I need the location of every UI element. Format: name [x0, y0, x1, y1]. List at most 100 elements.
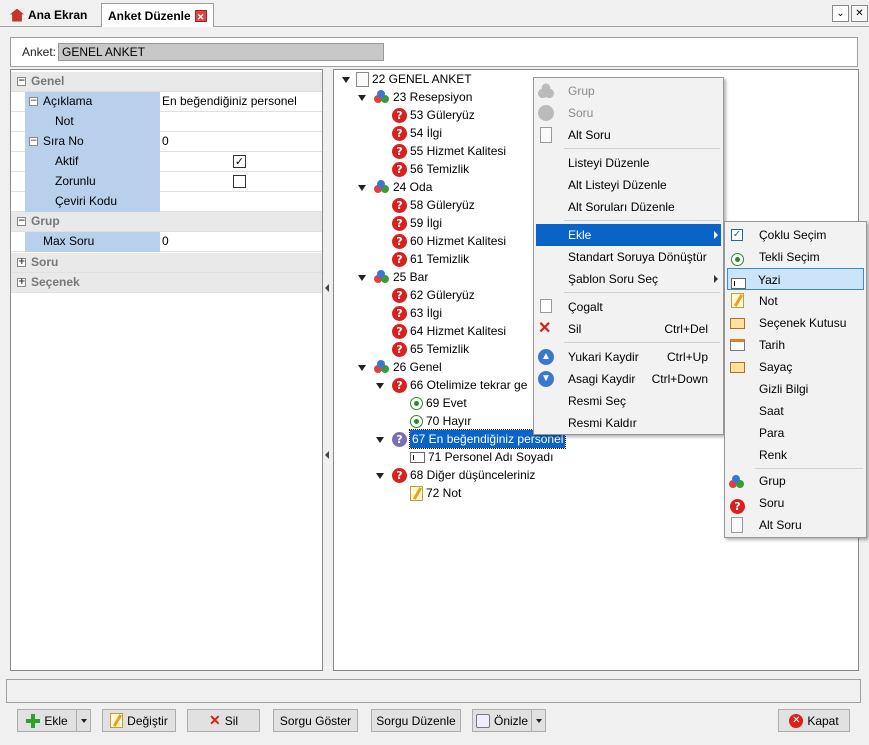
expand-arrow-icon[interactable] — [376, 383, 384, 389]
collapse-icon[interactable]: − — [29, 97, 38, 106]
sorgu-goster-button[interactable]: Sorgu Göster — [273, 709, 358, 732]
submenu-item-grup[interactable]: Grup — [727, 470, 864, 492]
menu-item-sil[interactable]: ✕ Sil Ctrl+Del — [536, 318, 721, 340]
tree-node-question[interactable]: ? 68 Diğer düşünceleriniz — [392, 466, 535, 484]
tree-node-question[interactable]: ? 61 Temizlik — [392, 250, 469, 268]
panel-splitter[interactable] — [323, 69, 333, 671]
prop-row-sira-no[interactable]: − Sıra No 0 — [11, 132, 322, 152]
menu-item-standart-soruya-donustur[interactable]: Standart Soruya Dönüştür — [536, 246, 721, 268]
category-soru[interactable]: + Soru — [11, 253, 322, 273]
close-tab-icon[interactable]: ✕ — [194, 9, 207, 22]
menu-item-alt-soru[interactable]: Alt Soru — [536, 124, 721, 146]
submenu-item-sayac[interactable]: Sayaç — [727, 356, 864, 378]
tree-node-question[interactable]: ? 56 Temizlik — [392, 160, 469, 178]
collapse-icon[interactable]: − — [17, 77, 26, 86]
collapse-left-icon[interactable] — [325, 451, 329, 459]
tree-node-question[interactable]: ? 64 Hizmet Kalitesi — [392, 322, 506, 340]
expand-icon[interactable]: + — [17, 258, 26, 267]
prop-row-max-soru[interactable]: Max Soru 0 — [11, 232, 322, 252]
tree-node-group[interactable]: 26 Genel — [374, 358, 442, 376]
tree-node-question[interactable]: ? 58 Güleryüz — [392, 196, 475, 214]
submenu-item-not[interactable]: Not — [727, 290, 864, 312]
tree-node-question[interactable]: ? 60 Hizmet Kalitesi — [392, 232, 506, 250]
tree-node-root[interactable]: 22 GENEL ANKET — [356, 70, 472, 88]
tab-ana-ekran[interactable]: Ana Ekran — [4, 3, 93, 27]
menu-item-resmi-sec[interactable]: Resmi Seç — [536, 390, 721, 412]
tree-node-question[interactable]: ? 63 İlgi — [392, 304, 442, 322]
submenu-item-renk[interactable]: Renk — [727, 444, 864, 466]
tree-node-group[interactable]: 23 Resepsiyon — [374, 88, 472, 106]
menu-item-resmi-kaldir[interactable]: Resmi Kaldır — [536, 412, 721, 434]
tree-node-question[interactable]: ? 54 İlgi — [392, 124, 442, 142]
submenu-item-tekli-secim[interactable]: Tekli Seçim — [727, 246, 864, 268]
tree-node-question[interactable]: ? 53 Güleryüz — [392, 106, 475, 124]
onizle-dropdown-button[interactable] — [532, 709, 546, 732]
menu-item-soru[interactable]: Soru — [536, 102, 721, 124]
tree-node-question[interactable]: ? 55 Hizmet Kalitesi — [392, 142, 506, 160]
expand-arrow-icon[interactable] — [376, 437, 384, 443]
tree-node-group[interactable]: 24 Oda — [374, 178, 432, 196]
expand-arrow-icon[interactable] — [376, 473, 384, 479]
expand-icon[interactable]: + — [17, 278, 26, 287]
prop-value[interactable]: 0 — [162, 132, 169, 152]
tree-node-option[interactable]: 69 Evet — [410, 394, 467, 412]
menu-item-listeyi-duzenle[interactable]: Listeyi Düzenle — [536, 152, 721, 174]
menu-item-alt-sorulari-duzenle[interactable]: Alt Soruları Düzenle — [536, 196, 721, 218]
aktif-checkbox[interactable]: ✓ — [233, 155, 246, 168]
zorunlu-checkbox[interactable] — [233, 175, 246, 188]
submenu-item-soru[interactable]: ? Soru — [727, 492, 864, 514]
expand-arrow-icon[interactable] — [342, 77, 350, 83]
menu-item-asagi-kaydir[interactable]: ▼ Asagi Kaydir Ctrl+Down — [536, 368, 721, 390]
prop-row-zorunlu[interactable]: Zorunlu — [11, 172, 322, 192]
tree-node-question[interactable]: ? 66 Otelimize tekrar ge — [392, 376, 527, 394]
prop-row-ceviri-kodu[interactable]: Çeviri Kodu — [11, 192, 322, 212]
window-dropdown-button[interactable]: ⌄ — [832, 5, 849, 22]
expand-arrow-icon[interactable] — [358, 365, 366, 371]
submenu-item-saat[interactable]: Saat — [727, 400, 864, 422]
sorgu-duzenle-button[interactable]: Sorgu Düzenle — [371, 709, 461, 732]
category-genel[interactable]: − Genel — [11, 72, 322, 92]
menu-item-sablon-soru-sec[interactable]: Şablon Soru Seç — [536, 268, 721, 290]
menu-item-alt-listeyi-duzenle[interactable]: Alt Listeyi Düzenle — [536, 174, 721, 196]
submenu-item-tarih[interactable]: Tarih — [727, 334, 864, 356]
tree-node-question[interactable]: ? 59 İlgi — [392, 214, 442, 232]
sil-button[interactable]: ✕ Sil — [187, 709, 260, 732]
submenu-item-coklu-secim[interactable]: ✓ Çoklu Seçim — [727, 224, 864, 246]
menu-item-cogalt[interactable]: Çogalt — [536, 296, 721, 318]
prop-row-aktif[interactable]: Aktif ✓ — [11, 152, 322, 172]
onizle-button[interactable]: Önizle — [472, 709, 532, 732]
submenu-item-gizli-bilgi[interactable]: Gizli Bilgi — [727, 378, 864, 400]
prop-row-aciklama[interactable]: − Açıklama En beğendiğiniz personel — [11, 92, 322, 112]
prop-value[interactable]: 0 — [162, 232, 169, 252]
tree-node-question[interactable]: ? 65 Temizlik — [392, 340, 469, 358]
category-secenek[interactable]: + Seçenek — [11, 273, 322, 293]
submenu-item-yazi[interactable]: Yazi — [727, 268, 864, 290]
tree-node-group[interactable]: 25 Bar — [374, 268, 428, 286]
collapse-icon[interactable]: − — [17, 217, 26, 226]
category-grup[interactable]: − Grup — [11, 212, 322, 232]
expand-arrow-icon[interactable] — [358, 95, 366, 101]
tree-node-question[interactable]: ? 62 Güleryüz — [392, 286, 475, 304]
collapse-left-icon[interactable] — [325, 284, 329, 292]
menu-item-yukari-kaydir[interactable]: ▲ Yukari Kaydir Ctrl+Up — [536, 346, 721, 368]
collapse-icon[interactable]: − — [29, 137, 38, 146]
kapat-button[interactable]: ✕ Kapat — [778, 709, 850, 732]
prop-row-not[interactable]: Not — [11, 112, 322, 132]
degistir-button[interactable]: Değiştir — [102, 709, 176, 732]
menu-item-ekle[interactable]: Ekle — [536, 224, 721, 246]
tree-node-option[interactable]: 70 Hayır — [410, 412, 471, 430]
window-close-button[interactable]: ✕ — [851, 5, 868, 22]
prop-value[interactable]: En beğendiğiniz personel — [162, 92, 297, 112]
submenu-item-para[interactable]: Para — [727, 422, 864, 444]
submenu-item-secenek-kutusu[interactable]: Seçenek Kutusu — [727, 312, 864, 334]
expand-arrow-icon[interactable] — [358, 275, 366, 281]
submenu-item-alt-soru[interactable]: Alt Soru — [727, 514, 864, 536]
tree-node-note[interactable]: 72 Not — [410, 484, 461, 502]
anket-name-field[interactable]: GENEL ANKET — [58, 43, 384, 61]
menu-item-grup[interactable]: Grup — [536, 80, 721, 102]
tree-node-text-field[interactable]: 71 Personel Adı Soyadı — [410, 448, 553, 466]
ekle-dropdown-button[interactable] — [77, 709, 91, 732]
ekle-button[interactable]: Ekle — [17, 709, 77, 732]
tab-anket-duzenle[interactable]: Anket Düzenle ✕ — [101, 3, 214, 27]
expand-arrow-icon[interactable] — [358, 185, 366, 191]
